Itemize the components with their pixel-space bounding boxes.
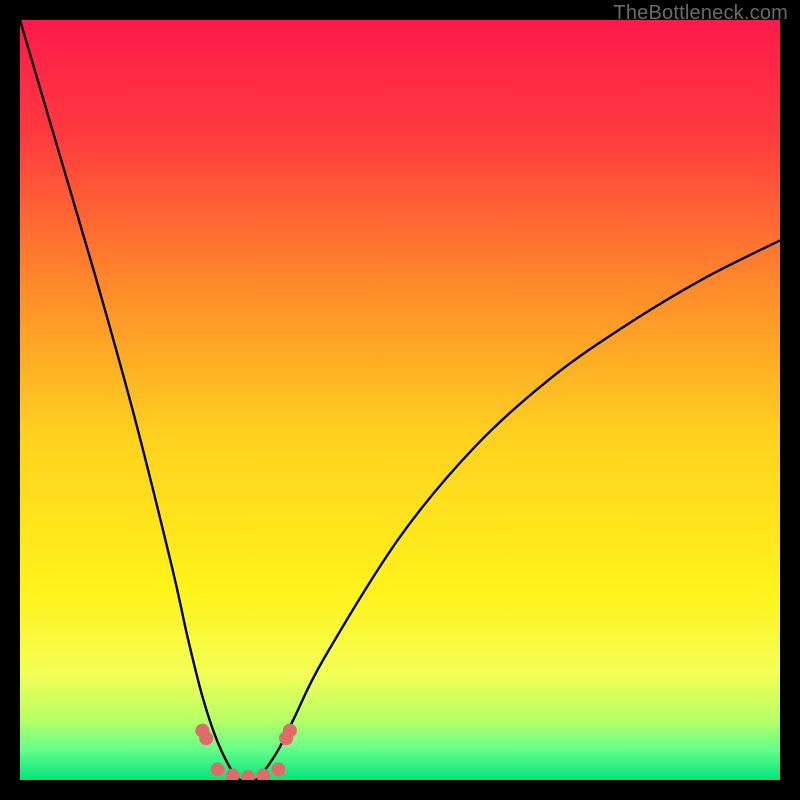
near-optimum-markers [195, 724, 296, 780]
marker-dot [241, 770, 255, 780]
chart-frame: TheBottleneck.com [0, 0, 800, 800]
marker-dot [226, 768, 240, 780]
bottleneck-curve [20, 20, 780, 780]
curve-layer [20, 20, 780, 780]
marker-dot [271, 762, 285, 776]
plot-area [20, 20, 780, 780]
marker-dot [199, 731, 213, 745]
marker-dot [283, 724, 297, 738]
marker-dot [256, 768, 270, 780]
marker-dot [211, 762, 225, 776]
